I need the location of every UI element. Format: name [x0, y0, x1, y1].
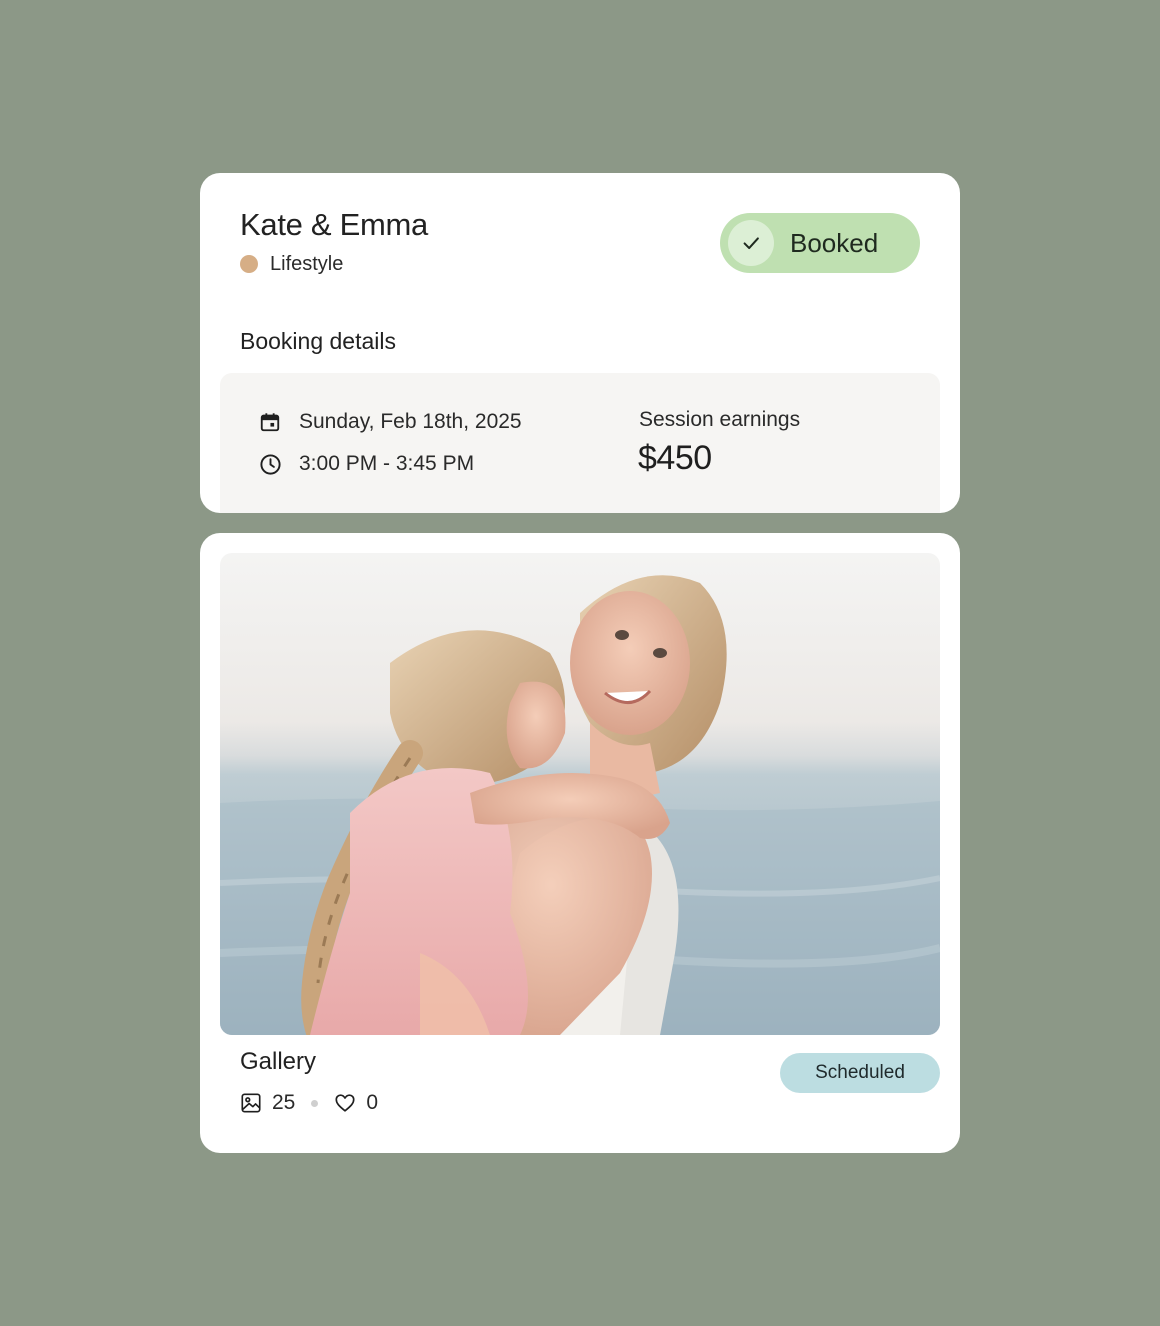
check-icon: [728, 220, 774, 266]
image-icon: [240, 1092, 262, 1114]
gallery-status-badge: Scheduled: [780, 1053, 940, 1093]
booked-status-pill[interactable]: Booked: [720, 213, 920, 273]
session-time-text: 3:00 PM - 3:45 PM: [299, 452, 475, 475]
status-label: Booked: [790, 227, 879, 258]
gallery-title: Gallery: [240, 1048, 317, 1075]
client-name: Kate & Emma: [240, 207, 428, 242]
booking-card: Kate & Emma Lifestyle Booked Booking det…: [200, 173, 960, 513]
category-color-dot: [240, 255, 258, 273]
calendar-icon: [258, 410, 282, 434]
like-count: 0: [366, 1091, 379, 1114]
session-earnings-label: Session earnings: [639, 408, 801, 431]
session-date: Sunday, Feb 18th, 2025: [258, 407, 522, 437]
session-earnings-value: $450: [638, 439, 712, 477]
photo-count: 25: [272, 1091, 296, 1114]
booking-details-panel: Sunday, Feb 18th, 2025 3:00 PM - 3:45 PM…: [220, 373, 940, 513]
heart-icon[interactable]: [334, 1092, 356, 1114]
clock-icon: [258, 452, 282, 476]
session-time: 3:00 PM - 3:45 PM: [258, 449, 474, 479]
category-label: Lifestyle: [270, 252, 344, 275]
session-date-text: Sunday, Feb 18th, 2025: [299, 410, 522, 433]
gallery-card[interactable]: Gallery 25 0 Scheduled: [200, 533, 960, 1153]
gallery-stats: 25 0: [240, 1089, 378, 1117]
booking-details-title: Booking details: [240, 328, 396, 354]
separator-dot: [311, 1099, 319, 1107]
gallery-cover-photo[interactable]: [220, 553, 940, 1035]
session-category: Lifestyle: [240, 250, 343, 278]
